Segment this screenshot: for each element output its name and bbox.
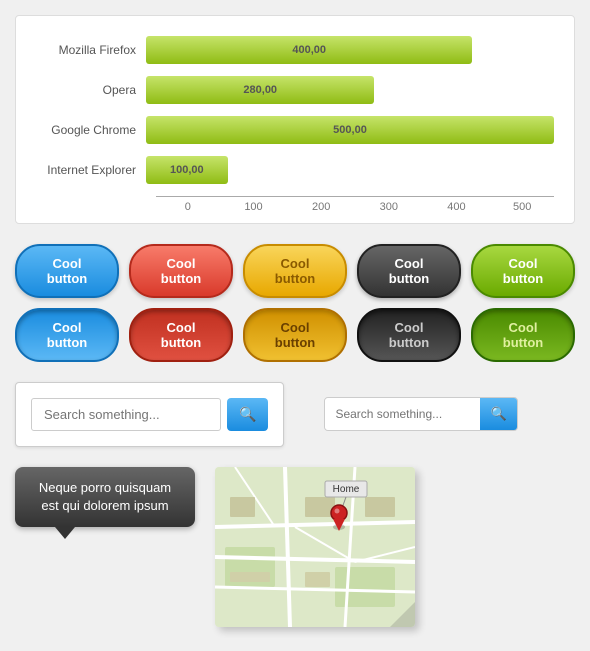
cool-button-green-1[interactable]: Cool button [471, 244, 575, 298]
search-box-small-wrapper: 🔍 [324, 382, 517, 431]
chart-row-chrome: Google Chrome 500,00 [36, 116, 554, 144]
axis-300: 300 [355, 201, 423, 213]
axis-400: 400 [423, 201, 491, 213]
tooltip-container: Neque porro quisquam est qui dolorem ips… [15, 467, 195, 539]
search-button-small[interactable]: 🔍 [480, 398, 516, 430]
chart-bar-ie: 100,00 [146, 156, 228, 184]
chart-label-ie: Internet Explorer [36, 163, 146, 177]
search-icon-small: 🔍 [490, 406, 506, 421]
axis-0: 0 [156, 201, 220, 213]
chart-bar-chrome: 500,00 [146, 116, 554, 144]
buttons-section: Cool button Cool button Cool button Cool… [15, 244, 575, 362]
cool-button-blue-1[interactable]: Cool button [15, 244, 119, 298]
tooltip-box: Neque porro quisquam est qui dolorem ips… [15, 467, 195, 527]
chart-bar-firefox: 400,00 [146, 36, 472, 64]
chart-row-firefox: Mozilla Firefox 400,00 [36, 36, 554, 64]
chart-bar-container-ie: 100,00 [146, 156, 554, 184]
buttons-row-1: Cool button Cool button Cool button Cool… [15, 244, 575, 298]
search-button-large[interactable]: 🔍 [227, 398, 268, 431]
cool-button-yellow-1[interactable]: Cool button [243, 244, 347, 298]
map-container: Home [215, 467, 415, 627]
buttons-row-2: Cool button Cool button Cool button Cool… [15, 308, 575, 362]
search-box-small: 🔍 [324, 397, 517, 431]
axis-200: 200 [287, 201, 355, 213]
chart-bar-container-firefox: 400,00 [146, 36, 554, 64]
chart-axis: 0 100 200 300 400 500 [156, 196, 554, 213]
chart-row-ie: Internet Explorer 100,00 [36, 156, 554, 184]
cool-button-blue-2[interactable]: Cool button [15, 308, 119, 362]
search-section: 🔍 🔍 [15, 382, 575, 447]
map-svg: Home [215, 467, 415, 627]
svg-text:Home: Home [333, 484, 360, 495]
axis-500: 500 [490, 201, 554, 213]
search-input-small[interactable] [325, 398, 480, 430]
chart-bar-opera: 280,00 [146, 76, 374, 104]
chart-bar-container-opera: 280,00 [146, 76, 554, 104]
cool-button-dark-2[interactable]: Cool button [357, 308, 461, 362]
cool-button-yellow-2[interactable]: Cool button [243, 308, 347, 362]
search-icon-large: 🔍 [239, 406, 256, 422]
tooltip-arrow [55, 527, 75, 539]
chart-label-firefox: Mozilla Firefox [36, 43, 146, 57]
map-image: Home [215, 467, 415, 627]
chart-label-opera: Opera [36, 83, 146, 97]
cool-button-dark-1[interactable]: Cool button [357, 244, 461, 298]
chart-label-chrome: Google Chrome [36, 123, 146, 137]
bar-chart: Mozilla Firefox 400,00 Opera 280,00 Goog… [36, 36, 554, 213]
bottom-section: Neque porro quisquam est qui dolorem ips… [15, 467, 575, 627]
cool-button-red-1[interactable]: Cool button [129, 244, 233, 298]
search-box-large: 🔍 [15, 382, 284, 447]
axis-100: 100 [220, 201, 288, 213]
search-input-large[interactable] [31, 398, 221, 431]
chart-row-opera: Opera 280,00 [36, 76, 554, 104]
chart-bar-container-chrome: 500,00 [146, 116, 554, 144]
cool-button-green-2[interactable]: Cool button [471, 308, 575, 362]
chart-section: Mozilla Firefox 400,00 Opera 280,00 Goog… [15, 15, 575, 224]
cool-button-red-2[interactable]: Cool button [129, 308, 233, 362]
tooltip-text: Neque porro quisquam est qui dolorem ips… [39, 480, 171, 513]
